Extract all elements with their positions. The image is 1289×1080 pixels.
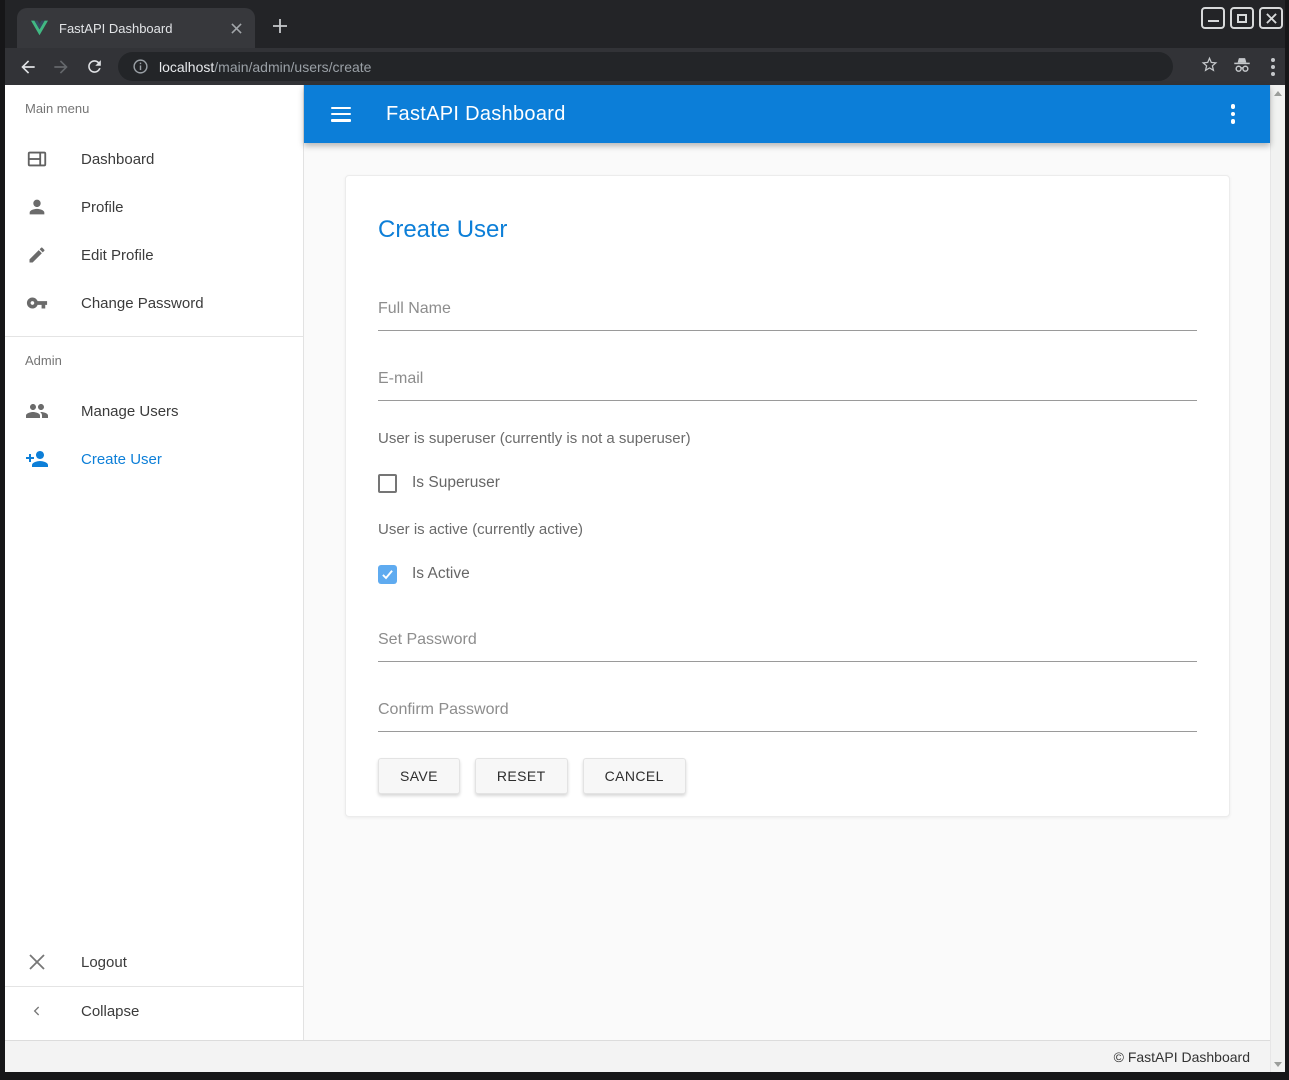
create-user-card: Create User User is superuser (currently… <box>345 175 1230 817</box>
cancel-button[interactable]: CANCEL <box>583 758 686 794</box>
sidebar-admin-items: Manage Users Create User <box>5 387 303 483</box>
sidebar-item-label: Manage Users <box>81 403 179 420</box>
reload-button-icon[interactable] <box>79 52 109 82</box>
is-superuser-checkbox[interactable] <box>378 474 397 493</box>
appbar-kebab-icon[interactable] <box>1224 102 1242 126</box>
sidebar-main-items: Dashboard Profile Edit Pro <box>5 135 303 327</box>
sidebar-item-collapse[interactable]: Collapse <box>5 987 303 1035</box>
incognito-icon <box>1231 54 1253 79</box>
browser-menu-kebab-icon[interactable] <box>1265 58 1281 76</box>
key-icon <box>25 291 49 315</box>
page-title: Create User <box>378 176 1197 244</box>
sidebar-divider <box>5 336 303 337</box>
sidebar-item-label: Change Password <box>81 295 204 312</box>
email-input[interactable] <box>378 370 1197 401</box>
main-area: FastAPI Dashboard Create User <box>304 85 1270 1040</box>
window-maximize-button[interactable] <box>1230 7 1254 29</box>
url-bar[interactable]: localhost/main/admin/users/create <box>118 52 1173 81</box>
close-x-icon <box>25 950 49 974</box>
url-path: /main/admin/users/create <box>214 59 371 75</box>
appbar-title: FastAPI Dashboard <box>386 103 566 126</box>
sidebar-item-label: Logout <box>81 954 127 971</box>
sidebar-item-create-user[interactable]: Create User <box>5 435 303 483</box>
set-password-field <box>378 631 1197 662</box>
sidebar: Main menu Dashboard <box>5 85 304 1040</box>
site-info-icon[interactable] <box>132 58 149 75</box>
browser-window: FastAPI Dashboard <box>0 0 1289 1080</box>
chevron-left-icon <box>25 999 49 1023</box>
full-name-field <box>378 300 1197 331</box>
page-footer: © FastAPI Dashboard <box>5 1040 1270 1072</box>
person-add-icon <box>25 447 49 471</box>
save-button[interactable]: SAVE <box>378 758 460 794</box>
sidebar-bottom: Logout Collapse <box>5 938 303 1040</box>
sidebar-item-manage-users[interactable]: Manage Users <box>5 387 303 435</box>
vue-logo-icon <box>31 20 48 36</box>
browser-tab[interactable]: FastAPI Dashboard <box>17 8 255 48</box>
new-tab-button[interactable] <box>267 13 293 39</box>
superuser-note: User is superuser (currently is not a su… <box>378 430 1197 447</box>
scrollbar-up-icon[interactable] <box>1271 86 1285 100</box>
set-password-input[interactable] <box>378 631 1197 662</box>
people-icon <box>25 399 49 423</box>
email-field <box>378 370 1197 401</box>
url-host: localhost <box>159 59 214 75</box>
sidebar-item-change-password[interactable]: Change Password <box>5 279 303 327</box>
forward-button-icon[interactable] <box>46 52 76 82</box>
tab-title: FastAPI Dashboard <box>59 21 227 36</box>
toolbar-right-icons <box>1200 54 1281 79</box>
window-controls <box>1201 7 1283 29</box>
browser-toolbar: localhost/main/admin/users/create <box>5 48 1285 85</box>
window-minimize-button[interactable] <box>1201 7 1225 29</box>
sidebar-item-label: Create User <box>81 451 162 468</box>
is-active-checkbox[interactable] <box>378 565 397 584</box>
sidebar-item-label: Edit Profile <box>81 247 154 264</box>
content-area: Create User User is superuser (currently… <box>304 143 1270 1040</box>
confirm-password-field <box>378 701 1197 732</box>
person-icon <box>25 195 49 219</box>
app-bar: FastAPI Dashboard <box>304 85 1270 143</box>
tab-close-icon[interactable] <box>227 19 245 37</box>
sidebar-item-dashboard[interactable]: Dashboard <box>5 135 303 183</box>
back-button-icon[interactable] <box>13 52 43 82</box>
sidebar-item-profile[interactable]: Profile <box>5 183 303 231</box>
active-note: User is active (currently active) <box>378 521 1197 538</box>
sidebar-item-label: Dashboard <box>81 151 154 168</box>
url-text: localhost/main/admin/users/create <box>159 59 371 75</box>
is-active-label: Is Active <box>412 565 470 583</box>
form-buttons: SAVE RESET CANCEL <box>378 758 1197 794</box>
sidebar-item-edit-profile[interactable]: Edit Profile <box>5 231 303 279</box>
window-close-button[interactable] <box>1259 7 1283 29</box>
browser-tab-bar: FastAPI Dashboard <box>5 0 1285 48</box>
confirm-password-input[interactable] <box>378 701 1197 732</box>
sidebar-item-label: Collapse <box>81 1003 139 1020</box>
full-name-input[interactable] <box>378 300 1197 331</box>
dashboard-icon <box>25 147 49 171</box>
reset-button[interactable]: RESET <box>475 758 568 794</box>
sidebar-section-main-menu: Main menu <box>5 101 303 119</box>
scrollbar-down-icon[interactable] <box>1271 1057 1285 1071</box>
hamburger-menu-icon[interactable] <box>331 107 351 122</box>
page-viewport: Main menu Dashboard <box>5 85 1285 1072</box>
bookmark-star-icon[interactable] <box>1200 55 1219 79</box>
is-superuser-row: Is Superuser <box>378 472 1197 494</box>
footer-copyright: © FastAPI Dashboard <box>1114 1049 1250 1065</box>
sidebar-section-admin: Admin <box>5 353 303 371</box>
sidebar-item-label: Profile <box>81 199 124 216</box>
is-superuser-label: Is Superuser <box>412 474 500 492</box>
pencil-icon <box>25 243 49 267</box>
vertical-scrollbar[interactable] <box>1270 85 1285 1072</box>
is-active-row: Is Active <box>378 563 1197 585</box>
sidebar-item-logout[interactable]: Logout <box>5 938 303 986</box>
